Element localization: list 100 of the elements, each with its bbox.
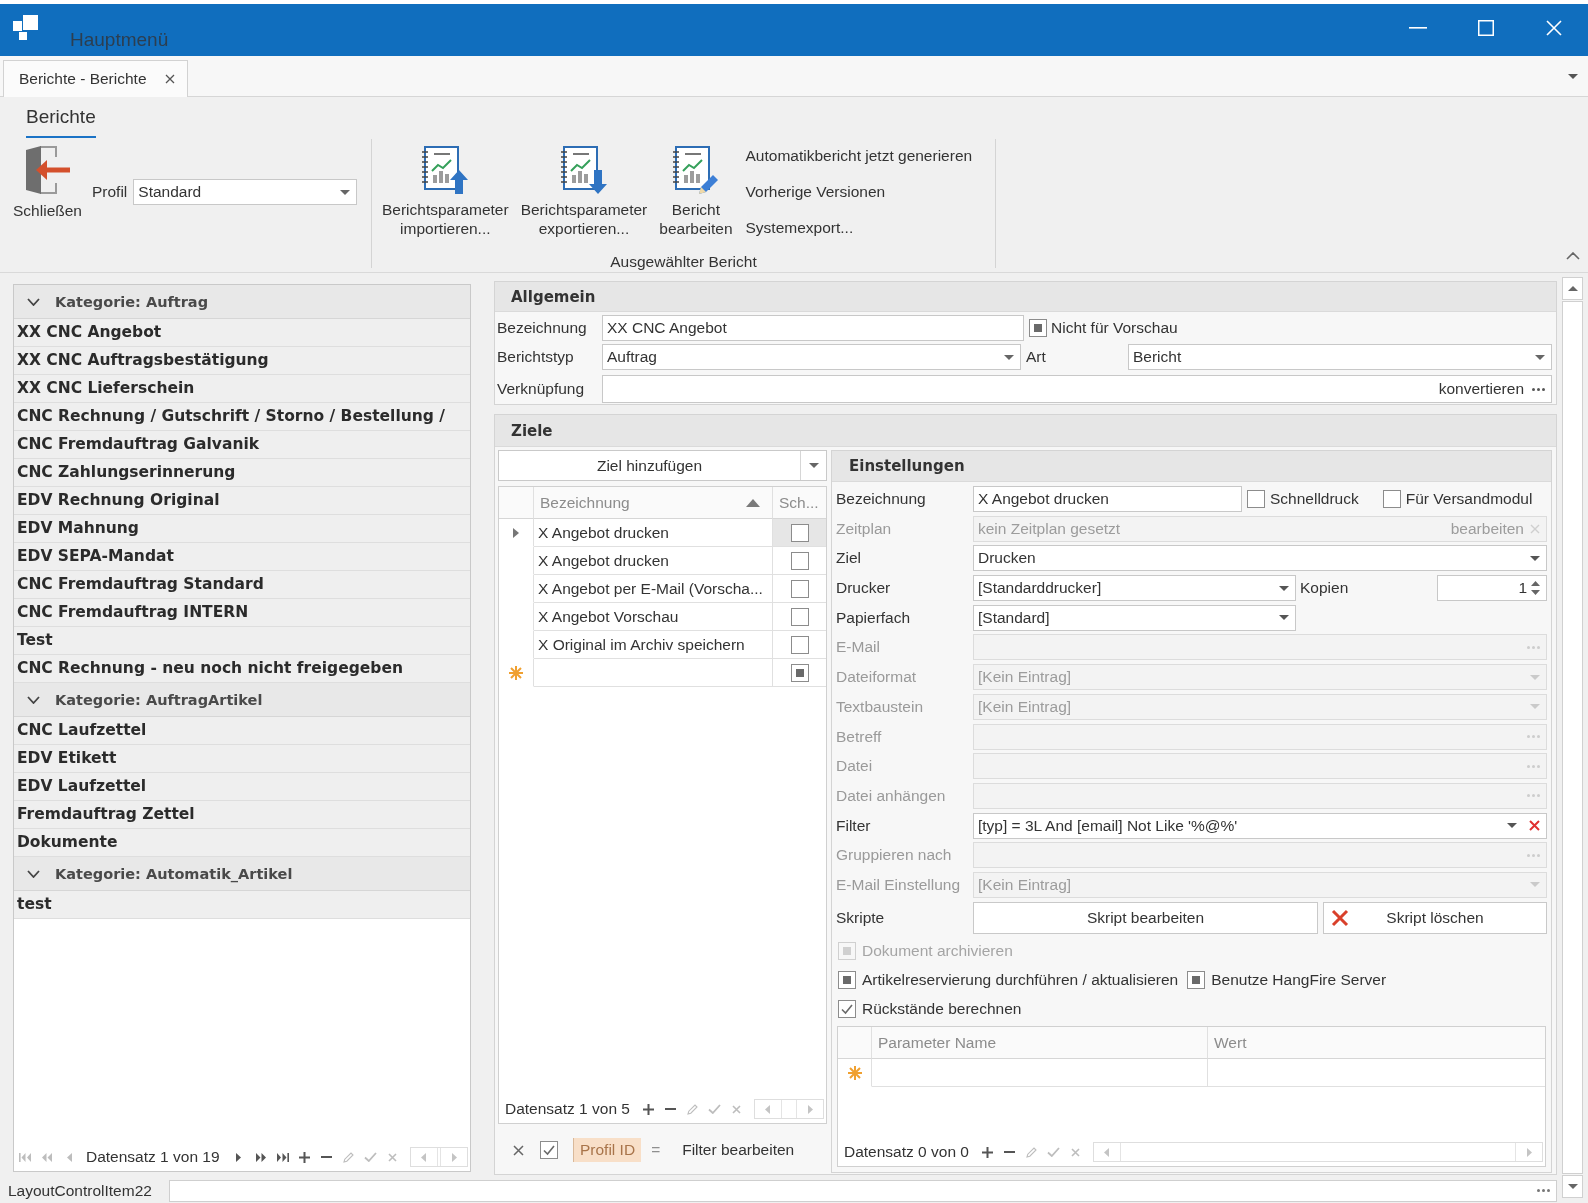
caret-down-icon[interactable] — [1507, 823, 1517, 829]
arrow-left-icon[interactable] — [765, 1104, 771, 1114]
horizontal-scrollbar[interactable] — [409, 1147, 468, 1167]
dropdown-field[interactable]: [Standard] — [973, 604, 1296, 631]
add-target-button[interactable]: Ziel hinzufügen — [498, 450, 827, 481]
horizontal-scrollbar[interactable] — [753, 1099, 824, 1119]
caret-down-icon[interactable] — [1279, 585, 1289, 591]
checkbox[interactable] — [838, 970, 856, 989]
list-item[interactable]: XX CNC Auftragsbestätigung — [14, 347, 470, 375]
list-item[interactable]: CNC Rechnung - neu noch nicht freigegeben — [14, 655, 470, 683]
triangle-right-icon[interactable] — [513, 527, 519, 538]
checkbox[interactable] — [790, 579, 809, 598]
checkbox[interactable] — [1247, 490, 1265, 508]
dropdown-field[interactable]: Bericht — [1128, 344, 1552, 370]
checkbox[interactable] — [1187, 970, 1206, 989]
dropdown-field[interactable]: [Standarddrucker] — [973, 575, 1296, 602]
ribbon-button[interactable]: Bericht bearbeiten — [656, 138, 736, 252]
list-item[interactable]: XX CNC Lieferschein — [14, 375, 470, 403]
group-header[interactable]: Kategorie: Automatik_Artikel — [14, 857, 470, 891]
list-item[interactable]: test — [14, 891, 470, 919]
caret-down-icon[interactable] — [1568, 73, 1578, 79]
exit-button[interactable]: Schließen — [10, 138, 85, 220]
ribbon-button[interactable]: Berichtsparameter importieren... — [379, 138, 512, 252]
document-tab[interactable]: Berichte - Berichte — [3, 60, 188, 97]
minus-icon[interactable] — [1004, 1151, 1016, 1153]
checkbox[interactable] — [790, 635, 809, 654]
checkbox[interactable] — [838, 999, 856, 1018]
dropdown-field[interactable]: Auftrag — [602, 344, 1021, 370]
ellipsis-icon[interactable] — [1532, 387, 1545, 391]
checkbox[interactable] — [790, 523, 809, 542]
list-item[interactable]: Test — [14, 627, 470, 655]
ribbon-button[interactable]: Systemexport... — [745, 210, 973, 246]
list-item[interactable]: EDV Mahnung — [14, 515, 470, 543]
x-icon[interactable] — [513, 1144, 524, 1156]
close-icon[interactable] — [164, 74, 175, 84]
checkbox[interactable] — [540, 1141, 558, 1159]
list-item[interactable]: CNC Zahlungserinnerung — [14, 459, 470, 487]
list-item[interactable]: CNC Fremdauftrag Galvanik — [14, 431, 470, 459]
double-triangle-right-icon[interactable] — [255, 1152, 266, 1162]
sort-up-icon[interactable] — [746, 498, 760, 507]
arrow-left-icon[interactable] — [421, 1152, 427, 1162]
caret-up-icon[interactable] — [1566, 252, 1580, 260]
filter-field[interactable]: [typ] = 3L And [email] Not Like '%@%' — [973, 812, 1547, 839]
caret-down-icon[interactable] — [1279, 615, 1289, 621]
checkbox[interactable] — [1029, 319, 1047, 337]
script-button[interactable]: Skript bearbeiten — [973, 901, 1318, 934]
list-item[interactable]: EDV Laufzettel — [14, 773, 470, 801]
chevron-down-icon[interactable] — [27, 869, 40, 878]
horizontal-scrollbar[interactable] — [1092, 1142, 1543, 1162]
text-field[interactable]: XX CNC Angebot — [602, 315, 1024, 341]
caret-down-icon[interactable] — [1530, 555, 1540, 561]
list-item[interactable]: Fremdauftrag Zettel — [14, 801, 470, 829]
delete-script-button[interactable]: Skript löschen — [1323, 901, 1547, 934]
ribbon-button[interactable]: Berichtsparameter exportieren... — [517, 138, 651, 252]
arrow-down-icon[interactable] — [1567, 1184, 1578, 1189]
skip-to-last-icon[interactable] — [276, 1152, 289, 1162]
group-header[interactable]: Kategorie: AuftragArtikel — [14, 683, 470, 717]
minus-icon[interactable] — [665, 1108, 677, 1110]
list-item[interactable]: EDV SEPA-Mandat — [14, 543, 470, 571]
ellipsis-icon[interactable] — [1537, 1189, 1550, 1192]
clear-icon[interactable] — [1529, 820, 1540, 832]
ribbon-button[interactable]: Automatikbericht jetzt generieren — [745, 138, 973, 174]
ribbon-tab[interactable]: Berichte — [26, 105, 96, 138]
checkbox[interactable] — [790, 663, 809, 682]
list-item[interactable]: XX CNC Angebot — [14, 319, 470, 347]
caret-down-icon[interactable] — [1004, 354, 1014, 360]
group-header[interactable]: Kategorie: Auftrag — [14, 285, 470, 319]
arrow-left-icon[interactable] — [1104, 1147, 1110, 1157]
plus-icon[interactable] — [299, 1151, 311, 1163]
minus-icon[interactable] — [321, 1156, 333, 1158]
list-item[interactable]: CNC Rechnung / Gutschrift / Storno / Bestellung / — [14, 403, 470, 431]
plus-icon[interactable] — [982, 1146, 994, 1158]
list-item[interactable]: CNC Fremdauftrag INTERN — [14, 599, 470, 627]
arrow-right-icon[interactable] — [1526, 1147, 1532, 1157]
chart-page-arrow-down-icon[interactable] — [559, 145, 608, 195]
chart-page-pencil-icon[interactable] — [671, 145, 720, 195]
chevron-down-icon[interactable] — [27, 297, 40, 306]
maximize-icon[interactable] — [1478, 20, 1494, 36]
minimize-icon[interactable] — [1409, 27, 1427, 29]
text-field[interactable]: X Angebot drucken — [973, 486, 1242, 512]
dropdown-field[interactable]: Drucken — [973, 545, 1547, 572]
list-item[interactable]: EDV Etikett — [14, 745, 470, 773]
x-icon[interactable] — [1331, 908, 1349, 927]
text-field[interactable] — [169, 1179, 1557, 1202]
spin-arrows-icon[interactable] — [1531, 580, 1540, 597]
door-arrow-icon[interactable] — [24, 146, 71, 194]
arrow-up-icon[interactable] — [1567, 286, 1578, 291]
chart-page-arrow-up-icon[interactable] — [421, 145, 470, 195]
caret-down-icon[interactable] — [808, 463, 819, 468]
checkbox[interactable] — [790, 551, 809, 570]
list-item[interactable]: Dokumente — [14, 829, 470, 857]
convert-button[interactable]: konvertieren — [1438, 380, 1524, 398]
arrow-right-icon[interactable] — [451, 1152, 457, 1162]
ribbon-button[interactable]: Vorherige Versionen — [745, 174, 973, 210]
list-item[interactable]: CNC Laufzettel — [14, 717, 470, 745]
list-item[interactable]: EDV Rechnung Original — [14, 487, 470, 515]
triangle-right-icon[interactable] — [236, 1152, 242, 1162]
chevron-down-icon[interactable] — [27, 695, 40, 704]
caret-down-icon[interactable] — [1535, 354, 1545, 360]
text-field[interactable]: konvertieren — [602, 375, 1552, 403]
